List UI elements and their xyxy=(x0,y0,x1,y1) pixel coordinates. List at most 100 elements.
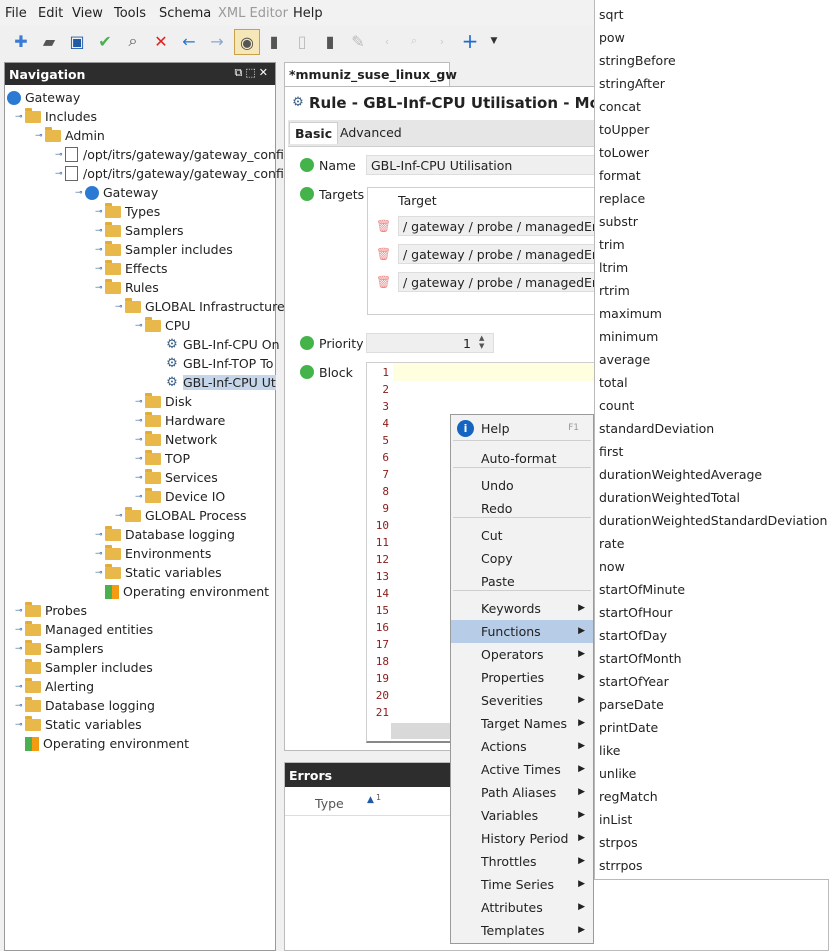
expand-toggle-icon[interactable]: ⊸ xyxy=(95,222,105,241)
delete-target-icon[interactable]: 🗑 xyxy=(376,275,391,289)
lock-info-icon[interactable]: ▮ xyxy=(319,30,341,52)
expand-toggle-icon[interactable]: ⊸ xyxy=(95,526,105,545)
function-item[interactable]: inList xyxy=(599,808,632,831)
expand-toggle-icon[interactable]: ⊸ xyxy=(95,545,105,564)
menu-item-operators[interactable]: Operators ▶ xyxy=(451,643,593,666)
expand-toggle-icon[interactable]: ⊸ xyxy=(135,450,145,469)
menu-item-history-period[interactable]: History Period ▶ xyxy=(451,827,593,850)
expand-toggle-icon[interactable]: ⊸ xyxy=(95,564,105,583)
expand-toggle-icon[interactable]: ⊸ xyxy=(15,716,25,735)
stepper-arrows-icon[interactable]: ▲ ▼ xyxy=(479,334,484,350)
menu-item-help[interactable]: i Help F1 xyxy=(451,417,593,440)
function-item[interactable]: ltrim xyxy=(599,256,628,279)
menu-view[interactable]: View xyxy=(72,6,103,21)
menu-help[interactable]: Help xyxy=(293,6,323,21)
tree-item[interactable]: ⊸ /opt/itrs/gateway/gateway_config/ xyxy=(55,164,296,183)
tree-item[interactable]: ⊸ Database logging xyxy=(95,525,235,544)
expand-toggle-icon[interactable]: ⊸ xyxy=(55,146,65,165)
menu-file[interactable]: File xyxy=(5,6,27,21)
target-field[interactable]: / gateway / probe / managedEntity xyxy=(398,244,598,264)
function-item[interactable]: stringBefore xyxy=(599,49,676,72)
function-item[interactable]: concat xyxy=(599,95,641,118)
function-item[interactable]: standardDeviation xyxy=(599,417,714,440)
function-item[interactable]: count xyxy=(599,394,634,417)
menu-item-path-aliases[interactable]: Path Aliases ▶ xyxy=(451,781,593,804)
menu-item-paste[interactable]: Paste xyxy=(451,570,593,593)
tree-item[interactable]: ⊸ /opt/itrs/gateway/gateway_config/ xyxy=(55,145,296,164)
menu-tools[interactable]: Tools xyxy=(114,6,146,21)
function-item[interactable]: replace xyxy=(599,187,645,210)
chevron-down-icon[interactable]: ▼ xyxy=(483,30,505,52)
function-item[interactable]: startOfDay xyxy=(599,624,667,647)
tree-item[interactable]: ⊸ Alerting xyxy=(15,677,94,696)
function-item[interactable]: stringAfter xyxy=(599,72,665,95)
function-item[interactable]: format xyxy=(599,164,641,187)
expand-toggle-icon[interactable]: ⊸ xyxy=(75,184,85,203)
tree-item[interactable]: ⊸ Static variables xyxy=(95,563,222,582)
expand-toggle-icon[interactable]: ⊸ xyxy=(15,640,25,659)
tree-item[interactable]: Sampler includes xyxy=(15,658,153,677)
sort-ascending-icon[interactable]: ▲ xyxy=(367,795,374,805)
tree-item[interactable]: Gateway xyxy=(7,88,80,107)
expand-toggle-icon[interactable]: ⊸ xyxy=(95,260,105,279)
function-item[interactable]: like xyxy=(599,739,620,762)
tree-item[interactable]: ⚙ GBL-Inf-CPU Ut xyxy=(155,373,276,392)
tree-item[interactable]: ⊸ GLOBAL Process xyxy=(115,506,247,525)
tree-item[interactable]: ⊸ Admin xyxy=(35,126,105,145)
tree-item[interactable]: ⊸ Hardware xyxy=(135,411,225,430)
expand-toggle-icon[interactable]: ⊸ xyxy=(35,127,45,146)
prev-icon[interactable]: ‹ xyxy=(376,30,398,52)
function-item[interactable]: substr xyxy=(599,210,638,233)
tree-item[interactable]: ⊸ Includes xyxy=(15,107,97,126)
forward-arrow-icon[interactable]: → xyxy=(206,30,228,52)
function-item[interactable]: strpos xyxy=(599,831,638,854)
function-item[interactable]: durationWeightedAverage xyxy=(599,463,762,486)
function-item[interactable]: pow xyxy=(599,26,625,49)
validate-icon[interactable]: ✔ xyxy=(94,30,116,52)
expand-toggle-icon[interactable]: ⊸ xyxy=(95,203,105,222)
expand-toggle-icon[interactable]: ⊸ xyxy=(135,431,145,450)
menu-item-cut[interactable]: Cut xyxy=(451,524,593,547)
type-column-header[interactable]: Type xyxy=(315,796,344,811)
tree-item[interactable]: ⊸ Rules xyxy=(95,278,159,297)
target-field[interactable]: / gateway / probe / managedEntity xyxy=(398,272,598,292)
function-item[interactable]: now xyxy=(599,555,625,578)
expand-toggle-icon[interactable]: ⊸ xyxy=(95,279,105,298)
tree-item[interactable]: ⊸ Static variables xyxy=(15,715,142,734)
tree-item[interactable]: ⊸ Gateway xyxy=(75,183,158,202)
menu-item-functions[interactable]: Functions ▶ xyxy=(451,620,593,643)
menu-item-severities[interactable]: Severities ▶ xyxy=(451,689,593,712)
back-arrow-icon[interactable]: ← xyxy=(178,30,200,52)
expand-toggle-icon[interactable]: ⊸ xyxy=(55,165,65,184)
tree-item[interactable]: Operating environment xyxy=(95,582,269,601)
tree-item[interactable]: ⊸ Samplers xyxy=(95,221,184,240)
tree-item[interactable]: ⊸ Sampler includes xyxy=(95,240,233,259)
delete-target-icon[interactable]: 🗑 xyxy=(376,247,391,261)
function-item[interactable]: total xyxy=(599,371,628,394)
function-item[interactable]: strrpos xyxy=(599,854,643,877)
tree-item[interactable]: ⊸ Environments xyxy=(95,544,211,563)
add-icon[interactable]: + xyxy=(459,29,481,53)
tree-item[interactable]: ⊸ Services xyxy=(135,468,218,487)
menu-item-actions[interactable]: Actions ▶ xyxy=(451,735,593,758)
save-icon[interactable]: ▣ xyxy=(66,30,88,52)
expand-toggle-icon[interactable]: ⊸ xyxy=(95,241,105,260)
function-item[interactable]: rtrim xyxy=(599,279,630,302)
menu-item-properties[interactable]: Properties ▶ xyxy=(451,666,593,689)
menu-item-active-times[interactable]: Active Times ▶ xyxy=(451,758,593,781)
expand-toggle-icon[interactable]: ⊸ xyxy=(115,507,125,526)
menu-item-target-names[interactable]: Target Names ▶ xyxy=(451,712,593,735)
expand-toggle-icon[interactable]: ⊸ xyxy=(135,393,145,412)
delete-icon[interactable]: ✕ xyxy=(150,30,172,52)
tab-basic[interactable]: Basic xyxy=(289,122,339,144)
expand-toggle-icon[interactable]: ⊸ xyxy=(135,317,145,336)
expand-toggle-icon[interactable]: ⊸ xyxy=(115,298,125,317)
function-item[interactable]: toLower xyxy=(599,141,649,164)
tree-item[interactable]: ⊸ Device IO xyxy=(135,487,225,506)
expand-toggle-icon[interactable]: ⊸ xyxy=(15,678,25,697)
menu-item-attributes[interactable]: Attributes ▶ xyxy=(451,896,593,919)
function-item[interactable]: durationWeightedTotal xyxy=(599,486,740,509)
tree-item[interactable]: ⊸ Types xyxy=(95,202,160,221)
menu-item-throttles[interactable]: Throttles ▶ xyxy=(451,850,593,873)
unlock-icon[interactable]: ▯ xyxy=(291,30,313,52)
